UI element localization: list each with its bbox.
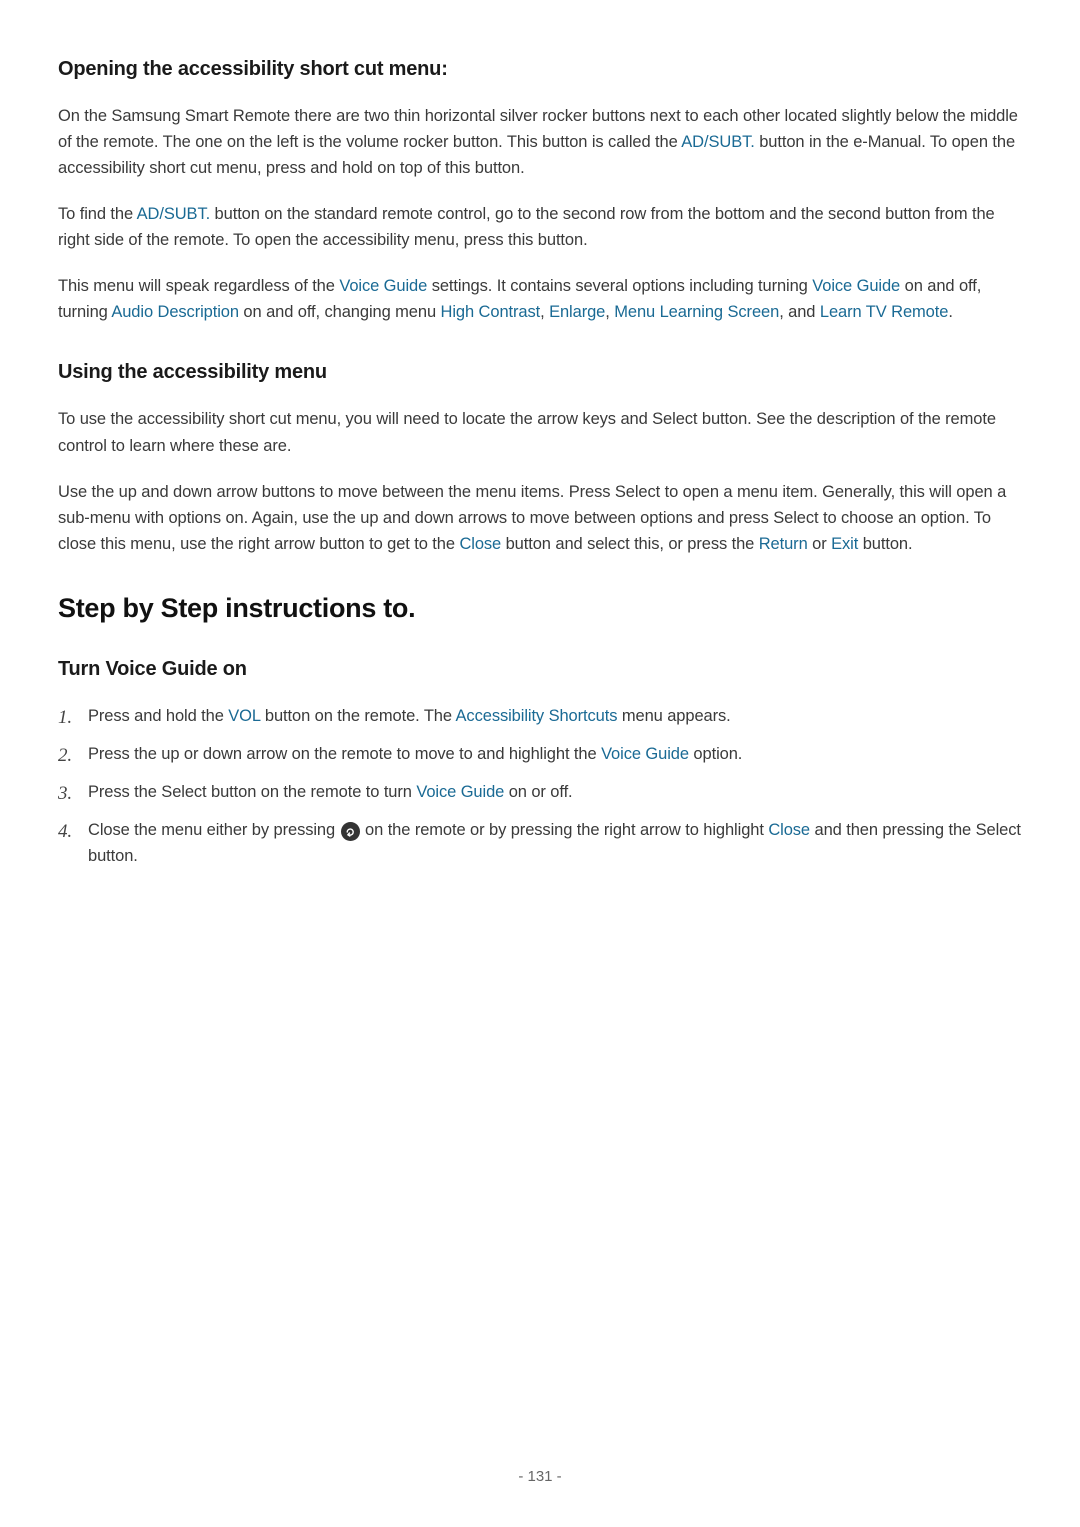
step-number: 4. [58, 817, 80, 847]
text: Press the up or down arrow on the remote… [88, 745, 601, 763]
section-opening-shortcut: Opening the accessibility short cut menu… [58, 58, 1022, 325]
link-enlarge[interactable]: Enlarge [549, 303, 605, 321]
text: on the remote or by pressing the right a… [361, 821, 769, 839]
link-voice-guide[interactable]: Voice Guide [416, 783, 504, 801]
link-ad-subt[interactable]: AD/SUBT. [681, 133, 754, 151]
steps-list: 1. Press and hold the VOL button on the … [58, 703, 1022, 869]
step-number: 2. [58, 741, 80, 771]
list-item: 3. Press the Select button on the remote… [88, 779, 1022, 805]
step-number: 3. [58, 779, 80, 809]
paragraph: To use the accessibility short cut menu,… [58, 406, 1022, 458]
text: button. [858, 535, 912, 553]
link-exit[interactable]: Exit [831, 535, 858, 553]
heading-step-by-step: Step by Step instructions to. [58, 593, 1022, 624]
text: on and off, changing menu [239, 303, 441, 321]
paragraph: To find the AD/SUBT. button on the stand… [58, 201, 1022, 253]
text: settings. It contains several options in… [427, 277, 812, 295]
heading-using: Using the accessibility menu [58, 361, 1022, 384]
link-return[interactable]: Return [759, 535, 808, 553]
text: on or off. [504, 783, 572, 801]
paragraph: This menu will speak regardless of the V… [58, 273, 1022, 325]
text: , [605, 303, 614, 321]
text: To find the [58, 205, 137, 223]
text: , [540, 303, 549, 321]
list-item: 2. Press the up or down arrow on the rem… [88, 741, 1022, 767]
link-high-contrast[interactable]: High Contrast [441, 303, 541, 321]
text: option. [689, 745, 742, 763]
link-voice-guide[interactable]: Voice Guide [812, 277, 900, 295]
return-icon [341, 822, 360, 841]
link-accessibility-shortcuts[interactable]: Accessibility Shortcuts [456, 707, 618, 725]
text: This menu will speak regardless of the [58, 277, 339, 295]
section-using-menu: Using the accessibility menu To use the … [58, 361, 1022, 556]
text: Press the Select button on the remote to… [88, 783, 416, 801]
link-close[interactable]: Close [459, 535, 501, 553]
text: , and [779, 303, 820, 321]
section-step-by-step: Step by Step instructions to. Turn Voice… [58, 593, 1022, 869]
text: Close the menu either by pressing [88, 821, 340, 839]
link-voice-guide[interactable]: Voice Guide [601, 745, 689, 763]
link-ad-subt[interactable]: AD/SUBT. [137, 205, 210, 223]
paragraph: Use the up and down arrow buttons to mov… [58, 479, 1022, 557]
list-item: 4. Close the menu either by pressing on … [88, 817, 1022, 869]
heading-opening: Opening the accessibility short cut menu… [58, 58, 1022, 81]
text: menu appears. [617, 707, 730, 725]
heading-turn-voice-guide: Turn Voice Guide on [58, 658, 1022, 681]
link-learn-tv-remote[interactable]: Learn TV Remote [820, 303, 948, 321]
list-item: 1. Press and hold the VOL button on the … [88, 703, 1022, 729]
text: . [948, 303, 952, 321]
text: button and select this, or press the [501, 535, 759, 553]
text: or [808, 535, 831, 553]
text: Press and hold the [88, 707, 228, 725]
page-number: - 131 - [0, 1468, 1080, 1485]
step-number: 1. [58, 703, 80, 733]
link-close[interactable]: Close [768, 821, 810, 839]
text: button on the remote. The [260, 707, 455, 725]
link-audio-description[interactable]: Audio Description [111, 303, 239, 321]
link-menu-learning-screen[interactable]: Menu Learning Screen [614, 303, 779, 321]
link-voice-guide[interactable]: Voice Guide [339, 277, 427, 295]
paragraph: On the Samsung Smart Remote there are tw… [58, 103, 1022, 181]
link-vol[interactable]: VOL [228, 707, 260, 725]
